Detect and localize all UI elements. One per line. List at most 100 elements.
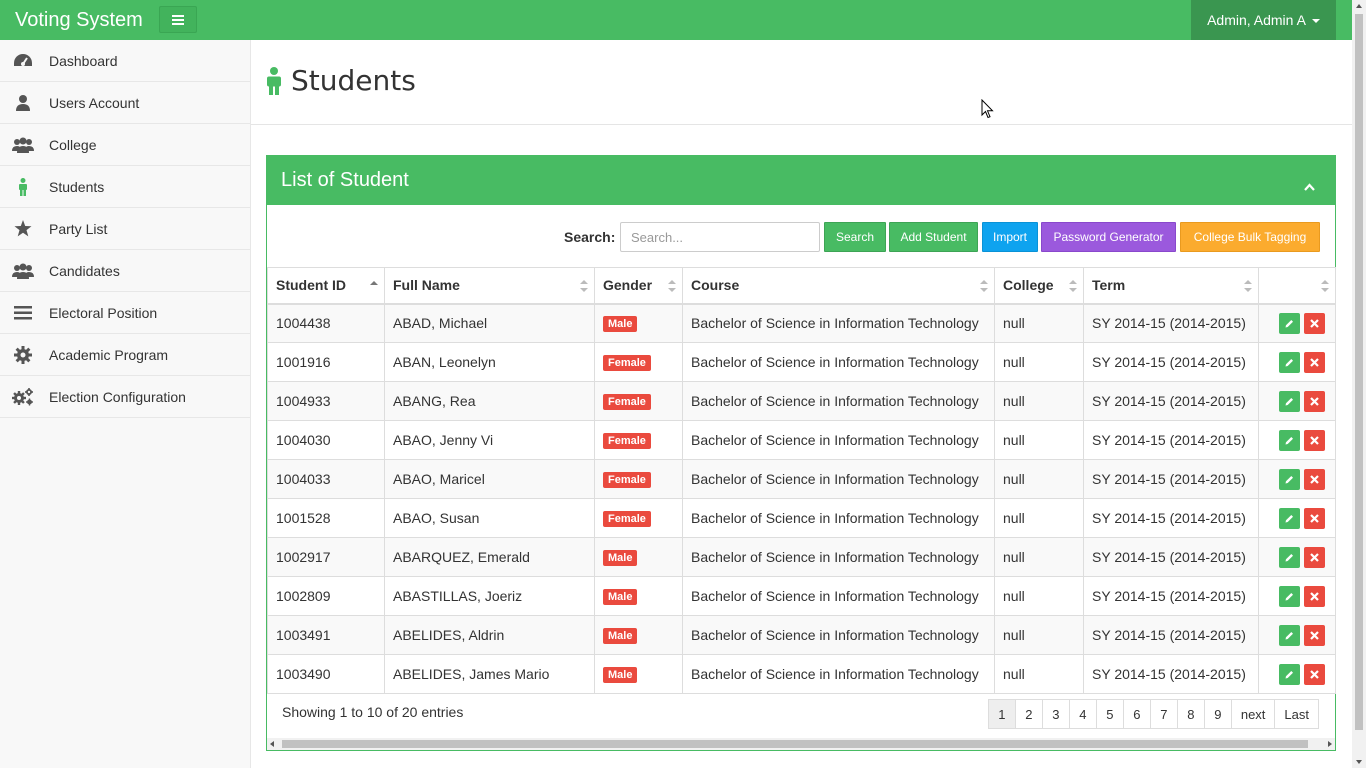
horizontal-scrollbar[interactable] [267,738,1335,750]
cell-student-id: 1001916 [267,342,385,382]
column-header-course[interactable]: Course [682,267,995,305]
gender-badge: Female [603,472,651,488]
cell-actions [1258,576,1336,616]
scrollbar-thumb[interactable] [282,740,1308,748]
page-button-next[interactable]: next [1230,699,1276,729]
column-header-student-id[interactable]: Student ID [267,267,385,305]
edit-button[interactable] [1279,312,1300,334]
brand-title[interactable]: Voting System [15,8,143,32]
delete-button[interactable] [1304,468,1325,490]
sidebar-item-college[interactable]: College [0,124,250,166]
chevron-up-icon[interactable] [1304,174,1315,197]
edit-button[interactable] [1279,390,1300,412]
table-row: 1002917 ABARQUEZ, Emerald Male Bachelor of … [267,537,1336,577]
delete-button[interactable] [1304,585,1325,607]
edit-button[interactable] [1279,546,1300,568]
table-row: 1001528 ABAO, Susan Female Bachelor of Scie… [267,498,1336,538]
gender-badge: Male [603,550,638,566]
page-button-last[interactable]: Last [1274,699,1319,729]
edit-button[interactable] [1279,624,1300,646]
cell-full-name: ABAO, Jenny Vi [384,420,595,460]
sidebar-item-election-configuration[interactable]: Election Configuration [0,376,250,418]
search-input[interactable] [620,222,820,252]
import-button[interactable]: Import [982,222,1038,252]
page-button-8[interactable]: 8 [1176,699,1205,729]
add-student-button[interactable]: Add Student [889,222,978,252]
sidebar-item-users-account[interactable]: Users Account [0,82,250,124]
table-row: 1003490 ABELIDES, James Mario Male Bachelor… [267,654,1336,694]
page-button-4[interactable]: 4 [1068,699,1097,729]
page-button-6[interactable]: 6 [1122,699,1151,729]
cell-actions [1258,615,1336,655]
cell-student-id: 1002809 [267,576,385,616]
cell-college: null [994,420,1084,460]
scrollbar-thumb[interactable] [1355,14,1363,730]
page-button-1[interactable]: 1 [987,699,1016,729]
cell-actions [1258,654,1336,694]
delete-button[interactable] [1304,312,1325,334]
delete-button[interactable] [1304,429,1325,451]
cell-student-id: 1002917 [267,537,385,577]
sidebar-item-electoral-position[interactable]: Electoral Position [0,292,250,334]
cell-gender: Female [594,381,683,421]
college-bulk-tagging-button[interactable]: College Bulk Tagging [1180,222,1320,252]
edit-button[interactable] [1279,585,1300,607]
table-row: 1004438 ABAD, Michael Male Bachelor of Scie… [267,303,1336,343]
delete-button[interactable] [1304,663,1325,685]
column-header-full-name[interactable]: Full Name [384,267,595,305]
edit-button[interactable] [1279,351,1300,373]
column-header-gender[interactable]: Gender [594,267,683,305]
sort-icon [1244,280,1252,292]
edit-button[interactable] [1279,429,1300,451]
cell-student-id: 1004030 [267,420,385,460]
page-button-5[interactable]: 5 [1095,699,1124,729]
mouse-cursor-icon [981,99,994,119]
vertical-scrollbar[interactable] [1352,0,1366,768]
delete-button[interactable] [1304,507,1325,529]
cell-term: SY 2014-15 (2014-2015) [1083,303,1259,343]
search-button[interactable]: Search [824,222,886,252]
cell-term: SY 2014-15 (2014-2015) [1083,459,1259,499]
pencil-icon [1285,436,1293,444]
scroll-down-icon[interactable] [1356,760,1362,764]
male-icon [266,67,282,98]
edit-button[interactable] [1279,468,1300,490]
sidebar: Dashboard Users Account College Students… [0,40,251,768]
cell-term: SY 2014-15 (2014-2015) [1083,420,1259,460]
delete-button[interactable] [1304,390,1325,412]
hamburger-icon [172,14,184,25]
column-header-actions[interactable] [1258,267,1336,305]
sidebar-item-candidates[interactable]: Candidates [0,250,250,292]
page-button-9[interactable]: 9 [1203,699,1232,729]
delete-button[interactable] [1304,624,1325,646]
page-button-2[interactable]: 2 [1014,699,1043,729]
sidebar-item-dashboard[interactable]: Dashboard [0,40,250,82]
gender-badge: Male [603,667,638,683]
sort-icon [980,280,988,292]
sidebar-item-party-list[interactable]: Party List [0,208,250,250]
table-row: 1004030 ABAO, Jenny Vi Female Bachelor of S… [267,420,1336,460]
column-header-college[interactable]: College [994,267,1084,305]
page-button-3[interactable]: 3 [1041,699,1070,729]
pagination: 1 2 3 4 5 6 7 8 9 next Last [987,699,1319,729]
delete-button[interactable] [1304,351,1325,373]
pencil-icon [1285,319,1293,328]
cell-gender: Male [594,303,683,343]
scroll-left-icon[interactable] [270,741,274,747]
column-header-term[interactable]: Term [1083,267,1259,305]
password-generator-button[interactable]: Password Generator [1041,222,1176,252]
sidebar-item-students[interactable]: Students [0,166,250,208]
sidebar-item-label: Election Configuration [49,388,186,405]
sidebar-item-academic-program[interactable]: Academic Program [0,334,250,376]
scroll-up-icon[interactable] [1356,4,1362,8]
sidebar-toggle-button[interactable] [159,6,197,33]
edit-button[interactable] [1279,507,1300,529]
user-menu-dropdown[interactable]: Admin, Admin A [1191,0,1336,40]
scroll-right-icon[interactable] [1328,741,1332,747]
delete-button[interactable] [1304,546,1325,568]
page-button-7[interactable]: 7 [1149,699,1178,729]
cell-term: SY 2014-15 (2014-2015) [1083,381,1259,421]
gender-badge: Female [603,394,651,410]
close-icon [1310,474,1319,484]
edit-button[interactable] [1279,663,1300,685]
